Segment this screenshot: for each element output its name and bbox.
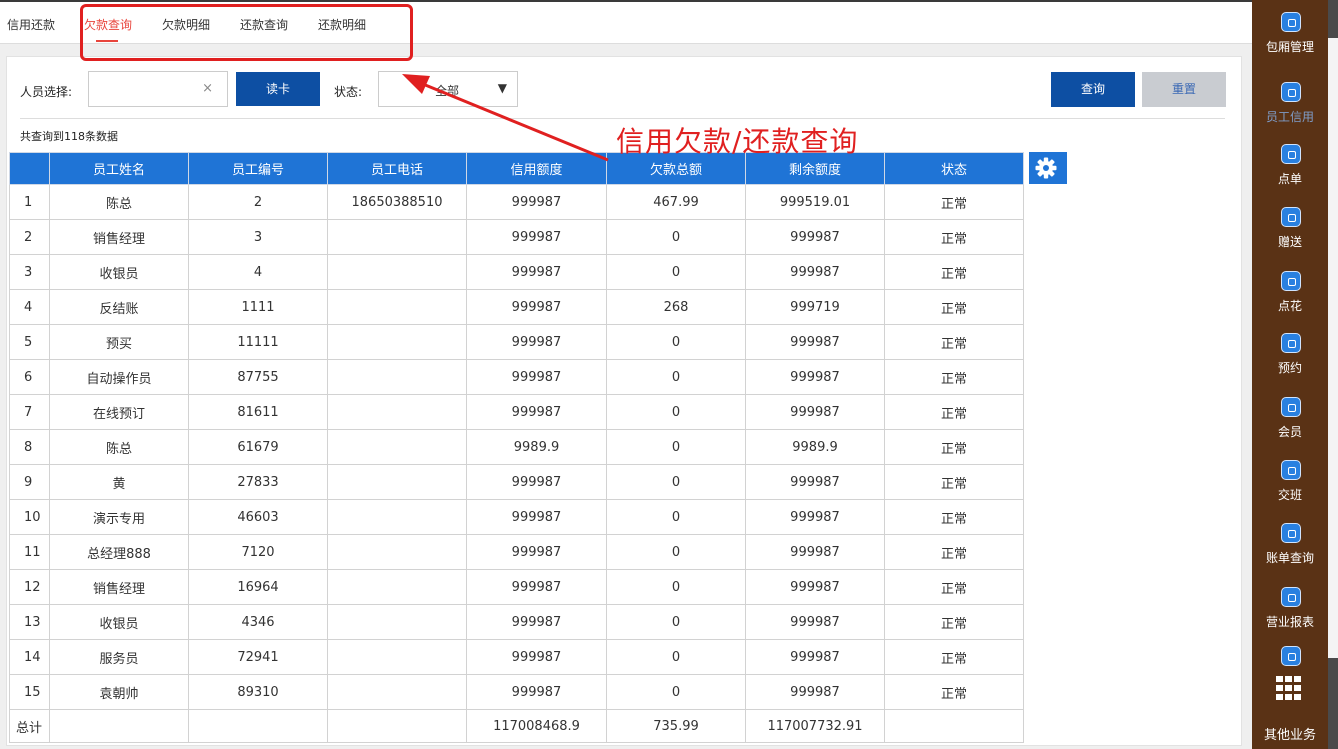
sidebar-item-shift-handover[interactable]: 交班	[1252, 452, 1328, 514]
sidebar-label: 预约	[1277, 361, 1302, 375]
sidebar-label: 包厢管理	[1265, 40, 1314, 54]
sidebar-label: 其他业务	[1263, 728, 1316, 743]
member-icon	[1281, 397, 1301, 417]
sidebar-item-business-report[interactable]: 营业报表	[1252, 579, 1328, 641]
flower-icon	[1281, 271, 1301, 291]
sidebar-item-gift[interactable]: 赠送	[1252, 199, 1328, 261]
sidebar-label: 点花	[1277, 299, 1302, 313]
sidebar-item-extra[interactable]	[1252, 640, 1328, 670]
gift-icon	[1281, 207, 1301, 227]
order-icon	[1281, 144, 1301, 164]
bill-icon	[1281, 523, 1301, 543]
annotation-text: 信用欠款/还款查询	[616, 125, 859, 158]
sidebar-label: 点单	[1277, 172, 1302, 186]
sidebar-item-bill-query[interactable]: 账单查询	[1252, 515, 1328, 577]
grid-icon	[1281, 12, 1301, 32]
sidebar-item-member[interactable]: 会员	[1252, 389, 1328, 451]
reserve-icon	[1281, 333, 1301, 353]
sidebar-label: 赠送	[1277, 235, 1302, 249]
sidebar-item-room-management[interactable]: 包厢管理	[1252, 4, 1328, 66]
sidebar-item-flowers[interactable]: 点花	[1252, 263, 1328, 325]
sidebar-label: 账单查询	[1265, 551, 1314, 565]
report-icon	[1281, 587, 1301, 607]
window-edge	[1328, 0, 1338, 749]
sidebar-item-employee-credit[interactable]: 员工信用	[1252, 74, 1328, 136]
annotation-arrow-icon	[402, 74, 609, 162]
sidebar-item-reservation[interactable]: 预约	[1252, 325, 1328, 387]
sidebar-label: 交班	[1277, 488, 1302, 502]
sidebar: 包厢管理 员工信用 点单 赠送 点花 预约 会员 交班 账单查询 营业报表 其他…	[1252, 0, 1328, 749]
sidebar-label: 营业报表	[1265, 615, 1314, 629]
shift-icon	[1281, 460, 1301, 480]
sidebar-item-order[interactable]: 点单	[1252, 136, 1328, 198]
sidebar-label: 会员	[1277, 425, 1302, 439]
credit-icon	[1281, 82, 1301, 102]
apps-icon[interactable]	[1276, 676, 1302, 700]
extra-icon	[1281, 646, 1301, 666]
sidebar-item-other-business[interactable]: 其他业务	[1252, 716, 1328, 748]
sidebar-label: 员工信用	[1265, 110, 1314, 124]
